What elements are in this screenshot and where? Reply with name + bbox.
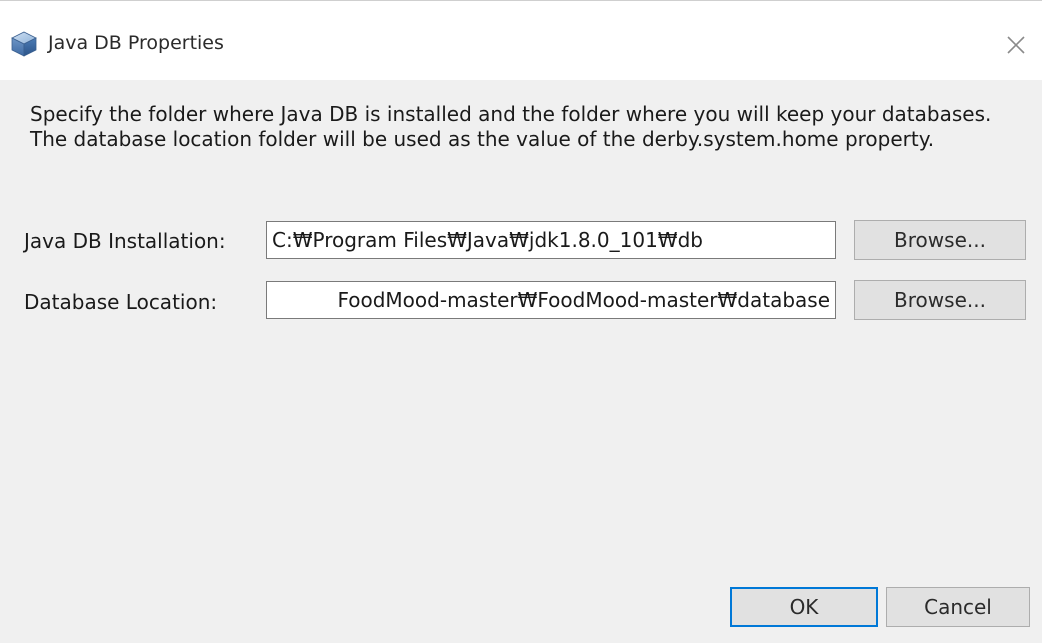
close-button[interactable]: [996, 25, 1036, 65]
location-label: Database Location:: [24, 290, 218, 314]
database-location-field[interactable]: FoodMood-master₩FoodMood-master₩database: [266, 281, 836, 319]
browse-installation-button[interactable]: Browse...: [854, 220, 1026, 260]
title-bar[interactable]: Java DB Properties: [0, 0, 1042, 80]
ok-button[interactable]: OK: [730, 587, 878, 627]
window-title: Java DB Properties: [48, 32, 224, 54]
installation-label: Java DB Installation:: [24, 229, 226, 253]
browse-location-button[interactable]: Browse...: [854, 280, 1026, 320]
close-icon: [1007, 36, 1025, 54]
installation-path-field[interactable]: C:₩Program Files₩Java₩jdk1.8.0_101₩db: [266, 221, 836, 259]
dialog-content: Specify the folder where Java DB is inst…: [0, 80, 1042, 643]
instructions-text: Specify the folder where Java DB is inst…: [30, 102, 992, 151]
cancel-button[interactable]: Cancel: [886, 587, 1030, 627]
java-db-properties-dialog: Java DB Properties Specify the folder wh…: [0, 0, 1042, 643]
java-db-cube-icon: [11, 31, 37, 57]
